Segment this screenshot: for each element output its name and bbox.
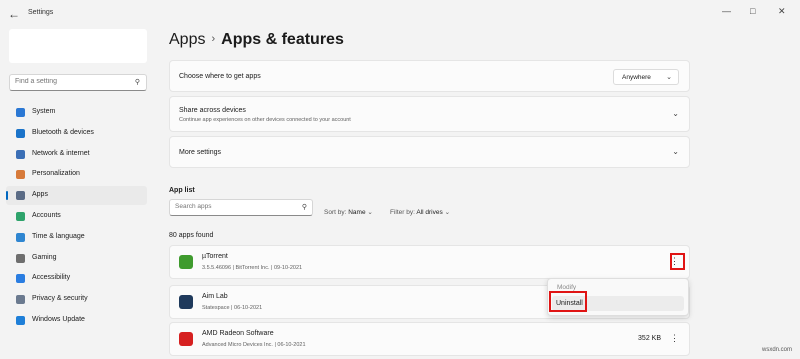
chevron-down-icon: ⌄ [672,147,679,156]
sidebar-item-label: Accessibility [32,274,71,282]
watermark: wsxdn.com [761,347,792,353]
get-apps-value: Anywhere [622,74,651,81]
sidebar-item-personalization[interactable]: Personalization [6,165,147,184]
gamepad-icon [16,253,25,263]
highlight-box [670,253,685,270]
sidebar-item-label: Personalization [32,170,80,178]
app-row[interactable]: AMD Radeon Software Advanced Micro Device… [169,322,690,356]
chevron-right-icon: › [211,33,216,45]
person-icon [16,212,25,221]
app-meta: 3.5.5.46096 | BitTorrent Inc. | 09-10-20… [202,265,303,271]
brush-icon [16,170,25,180]
amd-icon [179,332,193,346]
sidebar-item-label: Bluetooth & devices [32,128,94,136]
search-icon: ⚲ [301,204,307,211]
shield-icon [16,295,25,305]
sidebar-item-gaming[interactable]: Gaming [6,249,147,268]
breadcrumb: Apps › Apps & features [169,31,344,49]
sidebar-item-label: System [32,108,56,115]
sidebar-item-label: Gaming [32,253,57,261]
sidebar-item-time-language[interactable]: Time & language [6,228,147,247]
chevron-down-icon: ⌄ [367,209,373,216]
search-apps[interactable]: ⚲ [169,199,313,216]
chevron-down-icon: ⌄ [444,209,451,216]
sidebar-item-system[interactable]: System [6,103,147,122]
accessibility-icon [16,274,25,284]
get-apps-label: Choose where to get apps [179,73,261,80]
find-setting-input[interactable] [15,78,125,85]
sidebar-item-network-internet[interactable]: Network & internet [6,145,147,164]
breadcrumb-apps[interactable]: Apps [169,31,205,48]
sidebar-item-windows-update[interactable]: Windows Update [6,311,147,330]
sidebar-item-label: Privacy & security [32,295,88,303]
sidebar-item-label: Network & internet [32,149,90,157]
back-arrow-icon[interactable]: ← [8,7,20,21]
minimize-button[interactable]: — [722,6,731,16]
app-name: µTorrent [202,253,228,260]
apps-icon [16,191,25,201]
sidebar-item-accounts[interactable]: Accounts [6,207,147,226]
globe-clock-icon [16,232,25,242]
search-icon: ⚲ [134,79,140,86]
get-apps-card: Choose where to get apps Anywhere ⌄ [169,60,690,92]
app-meta: Statespace | 06-10-2021 [202,305,263,311]
sidebar-item-apps[interactable]: Apps [6,186,147,206]
title-bar: ← Settings — □ ✕ [0,0,800,28]
more-options-icon[interactable]: ⋮ [670,333,679,344]
sidebar-item-privacy-security[interactable]: Privacy & security [6,290,147,309]
find-setting-search[interactable]: ⚲ [9,74,147,91]
more-settings-label: More settings [179,149,222,156]
sidebar-item-label: Windows Update [32,316,85,323]
chevron-down-icon: ⌄ [666,74,672,81]
aimlab-icon [179,295,193,309]
sidebar-item-bluetooth-devices[interactable]: Bluetooth & devices [6,124,147,143]
window-title: Settings [28,9,54,16]
bluetooth-icon [16,128,25,138]
chevron-down-icon: ⌄ [672,109,679,118]
app-size: 352 KB [638,335,661,342]
user-profile-card[interactable] [9,29,147,63]
filter-label: Filter by: [390,209,415,216]
app-row[interactable]: µTorrent 3.5.5.46096 | BitTorrent Inc. | … [169,245,690,279]
search-apps-input[interactable] [175,203,293,210]
utorrent-icon [179,255,193,269]
share-description: Continue app experiences on other device… [179,117,351,123]
sort-label: Sort by: [324,209,347,216]
sidebar-item-label: Apps [32,191,48,199]
app-name: AMD Radeon Software [202,330,274,337]
app-meta: Advanced Micro Devices Inc. | 06-10-2021 [202,342,306,348]
sort-value: Name [348,209,366,216]
sidebar-item-accessibility[interactable]: Accessibility [6,269,147,288]
filter-value: All drives [416,209,443,216]
get-apps-dropdown[interactable]: Anywhere ⌄ [613,69,679,85]
page-title: Apps & features [221,31,344,48]
sidebar-item-label: Accounts [32,212,61,219]
sort-by-dropdown[interactable]: Sort by: Name ⌄ [324,208,373,216]
close-button[interactable]: ✕ [778,6,786,17]
sidebar-item-label: Time & language [32,232,85,240]
sync-icon [16,316,25,325]
highlight-box [549,291,587,312]
active-indicator [6,191,8,201]
monitor-icon [16,108,25,117]
app-name: Aim Lab [202,293,228,300]
filter-by-dropdown[interactable]: Filter by: All drives ⌄ [390,208,450,216]
maximize-button[interactable]: □ [750,6,755,16]
app-list-heading: App list [169,187,195,194]
more-settings-card[interactable]: More settings ⌄ [169,136,690,168]
share-across-devices-card[interactable]: Share across devices Continue app experi… [169,96,690,132]
modify-menu-item[interactable]: Modify [557,284,576,291]
share-title: Share across devices [179,107,246,114]
apps-found-count: 80 apps found [169,232,214,239]
wifi-icon [16,149,25,159]
